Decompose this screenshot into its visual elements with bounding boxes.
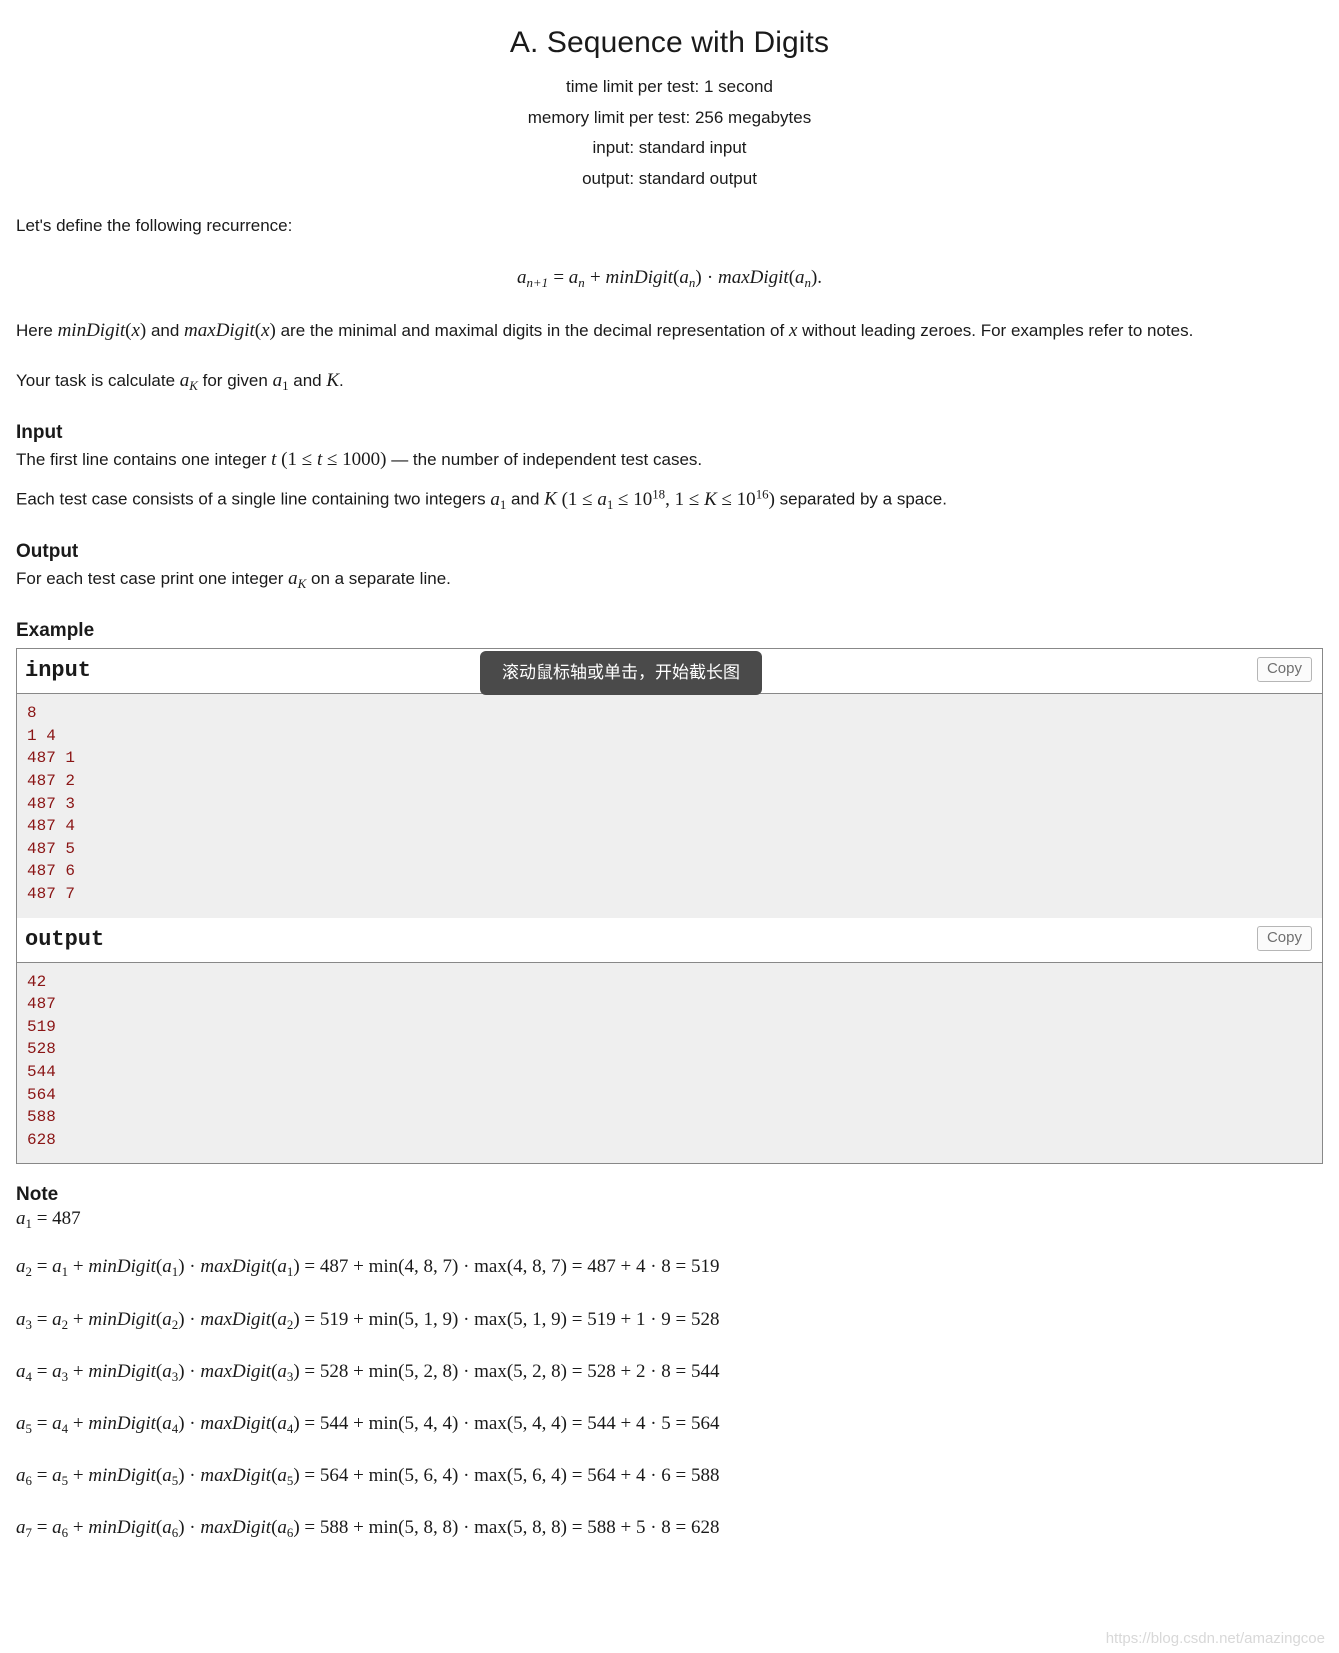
problem-page: A. Sequence with Digits time limit per t… xyxy=(0,0,1339,1653)
output-text-b: on a separate line. xyxy=(306,569,451,589)
sample-tests: input Copy 8 1 4 487 1 487 2 487 3 487 4… xyxy=(16,648,1323,1165)
statement-here: Here minDigit(x) and maxDigit(x) are the… xyxy=(16,320,1194,342)
sample-output-body: 42 487 519 528 544 564 588 628 xyxy=(17,962,1322,1164)
copy-output-button[interactable]: Copy xyxy=(1256,925,1312,951)
output-mode: output: standard output xyxy=(582,168,757,188)
copy-input-button[interactable]: Copy xyxy=(1256,657,1312,683)
sample-line: 544 xyxy=(27,1062,56,1081)
task-text-4: . xyxy=(339,371,344,391)
sample-output-header: output Copy xyxy=(17,917,1322,963)
sample-input-label: input xyxy=(25,658,92,684)
sample-line: 487 2 xyxy=(27,771,76,790)
note-equation: a3 = a2 + minDigit(a2) · maxDigit(a2) = … xyxy=(16,1308,720,1332)
sample-line: 487 1 xyxy=(27,749,76,768)
sample-line: 487 4 xyxy=(27,817,76,836)
output-desc: For each test case print one integer aK … xyxy=(16,568,451,592)
input-mode: input: standard input xyxy=(592,138,747,157)
exp-16: 16 xyxy=(755,486,769,502)
time-limit: time limit per test: 1 second xyxy=(566,77,773,96)
memory-limit: memory limit per test: 256 megabytes xyxy=(527,107,812,127)
sample-line: 588 xyxy=(27,1108,56,1127)
sample-line: 487 xyxy=(27,995,56,1014)
input-line1-a: The first line contains one integer xyxy=(16,450,272,470)
var-x-2: x xyxy=(261,320,270,342)
mindigit-fn: minDigit xyxy=(57,320,126,342)
input-line2-and: and xyxy=(506,489,545,509)
note-a1: a1 = 487 xyxy=(16,1208,81,1232)
task-text-2: for given xyxy=(197,371,273,391)
input-constraints: (1 ≤ a1 ≤ 1018, 1 ≤ K ≤ 1016) xyxy=(561,486,775,513)
sample-line: 628 xyxy=(27,1130,56,1149)
input-line2-tail: separated by a space. xyxy=(774,489,947,509)
page-title: A. Sequence with Digits xyxy=(509,26,830,59)
section-heading-output: Output xyxy=(16,541,79,563)
note-equations: a2 = a1 + minDigit(a1) · maxDigit(a1) = … xyxy=(16,1256,1323,1541)
sample-input-body: 8 1 4 487 1 487 2 487 3 487 4 487 5 487 … xyxy=(17,694,1322,918)
output-text-a: For each test case print one integer xyxy=(16,569,289,589)
sample-line: 519 xyxy=(27,1017,56,1036)
sample-line: 487 5 xyxy=(27,839,76,858)
input-constraint-t: (1 ≤ t ≤ 1000) xyxy=(281,449,387,471)
sample-line: 528 xyxy=(27,1040,56,1059)
recurrence-formula: an+1 = an + minDigit(an) · maxDigit(an). xyxy=(516,267,823,291)
task-text-3: and xyxy=(288,371,327,391)
watermark: https://blog.csdn.net/amazingcoe xyxy=(1105,1630,1325,1647)
statement-task: Your task is calculate aK for given a1 a… xyxy=(16,370,344,394)
here-and: and xyxy=(146,321,185,341)
sample-output-label: output xyxy=(25,926,105,952)
note-equation: a7 = a6 + minDigit(a6) · maxDigit(a6) = … xyxy=(16,1517,720,1541)
sample-line: 564 xyxy=(27,1085,56,1104)
here-text-3: without leading zeroes. For examples ref… xyxy=(797,321,1194,341)
note-equation: a2 = a1 + minDigit(a1) · maxDigit(a1) = … xyxy=(16,1256,720,1280)
statement-intro: Let's define the following recurrence: xyxy=(16,216,293,235)
input-line2-a: Each test case consists of a single line… xyxy=(16,489,491,509)
note-equation: a4 = a3 + minDigit(a3) · maxDigit(a3) = … xyxy=(16,1360,720,1384)
sample-line: 42 xyxy=(27,972,47,991)
sample-line: 1 4 xyxy=(27,726,56,745)
note-equation: a5 = a4 + minDigit(a4) · maxDigit(a4) = … xyxy=(16,1412,720,1436)
input-desc-line2: Each test case consists of a single line… xyxy=(16,486,947,513)
section-heading-example: Example xyxy=(16,620,95,642)
sample-line: 487 3 xyxy=(27,794,76,813)
here-text-2: are the minimal and maximal digits in th… xyxy=(275,321,789,341)
note-equation: a6 = a5 + minDigit(a5) · maxDigit(a5) = … xyxy=(16,1464,720,1489)
section-heading-note: Note xyxy=(16,1184,59,1206)
input-desc-line1: The first line contains one integer t (1… xyxy=(16,449,703,471)
sample-line: 8 xyxy=(27,704,37,723)
here-text-1: Here xyxy=(16,321,58,341)
sample-line: 487 7 xyxy=(27,884,76,903)
screenshot-tooltip: 滚动鼠标轴或单击，开始截长图 xyxy=(480,651,762,695)
sample-output-section: output Copy 42 487 519 528 544 564 588 6… xyxy=(17,917,1322,1164)
exp-18: 18 xyxy=(652,486,666,502)
input-line1-tail: — the number of independent test cases. xyxy=(386,450,703,470)
task-text-1: Your task is calculate xyxy=(16,371,180,391)
problem-limits: time limit per test: 1 second memory lim… xyxy=(0,72,1339,194)
problem-content: Let's define the following recurrence: a… xyxy=(0,212,1339,1541)
section-heading-input: Input xyxy=(16,422,63,444)
var-x-1: x xyxy=(131,320,140,342)
problem-header: A. Sequence with Digits time limit per t… xyxy=(0,0,1339,194)
maxdigit-fn: maxDigit xyxy=(184,320,255,342)
sample-line: 487 6 xyxy=(27,862,76,881)
